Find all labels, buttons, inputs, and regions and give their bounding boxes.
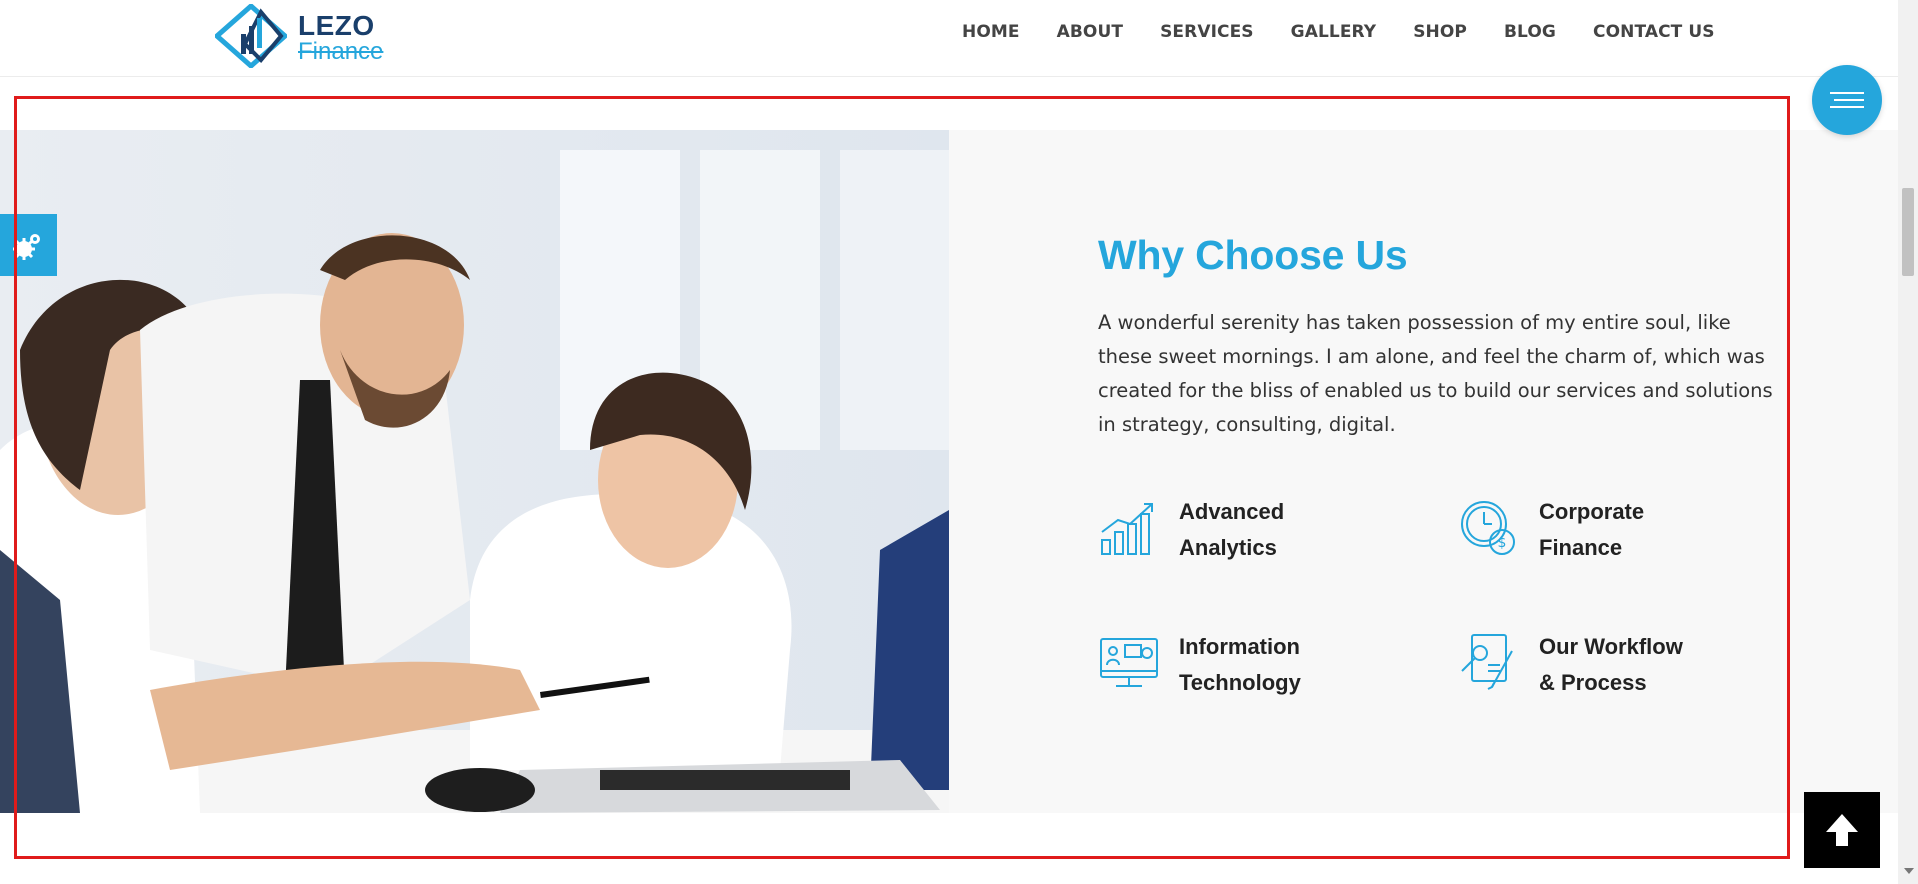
- site-header: LEZO Finance HOME ABOUT SERVICES GALLERY…: [0, 0, 1898, 77]
- gears-icon: [13, 234, 40, 260]
- feature-corporate-finance[interactable]: $ Corporate Finance: [1458, 494, 1778, 574]
- nav-gallery[interactable]: GALLERY: [1291, 22, 1377, 42]
- logo-text-secondary: Finance: [298, 38, 384, 65]
- menu-button[interactable]: [1812, 65, 1882, 135]
- clock-coin-icon: $: [1461, 501, 1515, 555]
- arrow-up-icon: [1826, 814, 1858, 846]
- scrollbar-thumb[interactable]: [1902, 188, 1914, 276]
- nav-shop[interactable]: SHOP: [1413, 22, 1467, 42]
- monitor-presentation-icon: [1100, 638, 1158, 687]
- nav-home[interactable]: HOME: [962, 22, 1020, 42]
- team-photo: [0, 130, 949, 813]
- nav-services[interactable]: SERVICES: [1160, 22, 1254, 42]
- feature-title: Information Technology: [1179, 634, 1301, 695]
- workflow-document-icon: [1461, 634, 1513, 690]
- hamburger-menu-icon: [1830, 92, 1864, 108]
- nav-blog[interactable]: BLOG: [1504, 22, 1556, 42]
- section-heading: Why Choose Us: [1098, 232, 1408, 278]
- feature-title: Our Workflow & Process: [1539, 634, 1683, 695]
- section-paragraph: A wonderful serenity has taken possessio…: [1098, 311, 1773, 436]
- page-scrollbar[interactable]: [1898, 0, 1918, 884]
- nav-contact-us[interactable]: CONTACT US: [1593, 22, 1715, 42]
- nav-about[interactable]: ABOUT: [1057, 22, 1123, 42]
- feature-title: Corporate Finance: [1539, 499, 1645, 560]
- feature-advanced-analytics[interactable]: Advanced Analytics: [1098, 494, 1418, 574]
- settings-toggle[interactable]: [0, 214, 57, 276]
- main-nav: HOME ABOUT SERVICES GALLERY SHOP BLOG CO…: [962, 0, 1715, 64]
- scroll-down-arrow-icon[interactable]: [1904, 868, 1914, 874]
- site-logo[interactable]: LEZO Finance: [215, 4, 395, 68]
- back-to-top-button[interactable]: [1804, 792, 1880, 868]
- feature-information-technology[interactable]: Information Technology: [1098, 629, 1418, 709]
- logo-mark-icon: [215, 4, 287, 68]
- analytics-chart-icon: [1101, 503, 1153, 555]
- why-choose-us-content: Why Choose Us A wonderful serenity has t…: [1098, 232, 1778, 442]
- svg-text:$: $: [1498, 535, 1507, 551]
- team-photo-illustration: [0, 130, 949, 813]
- feature-workflow-process[interactable]: Our Workflow & Process: [1458, 629, 1778, 709]
- feature-title: Advanced Analytics: [1179, 499, 1285, 560]
